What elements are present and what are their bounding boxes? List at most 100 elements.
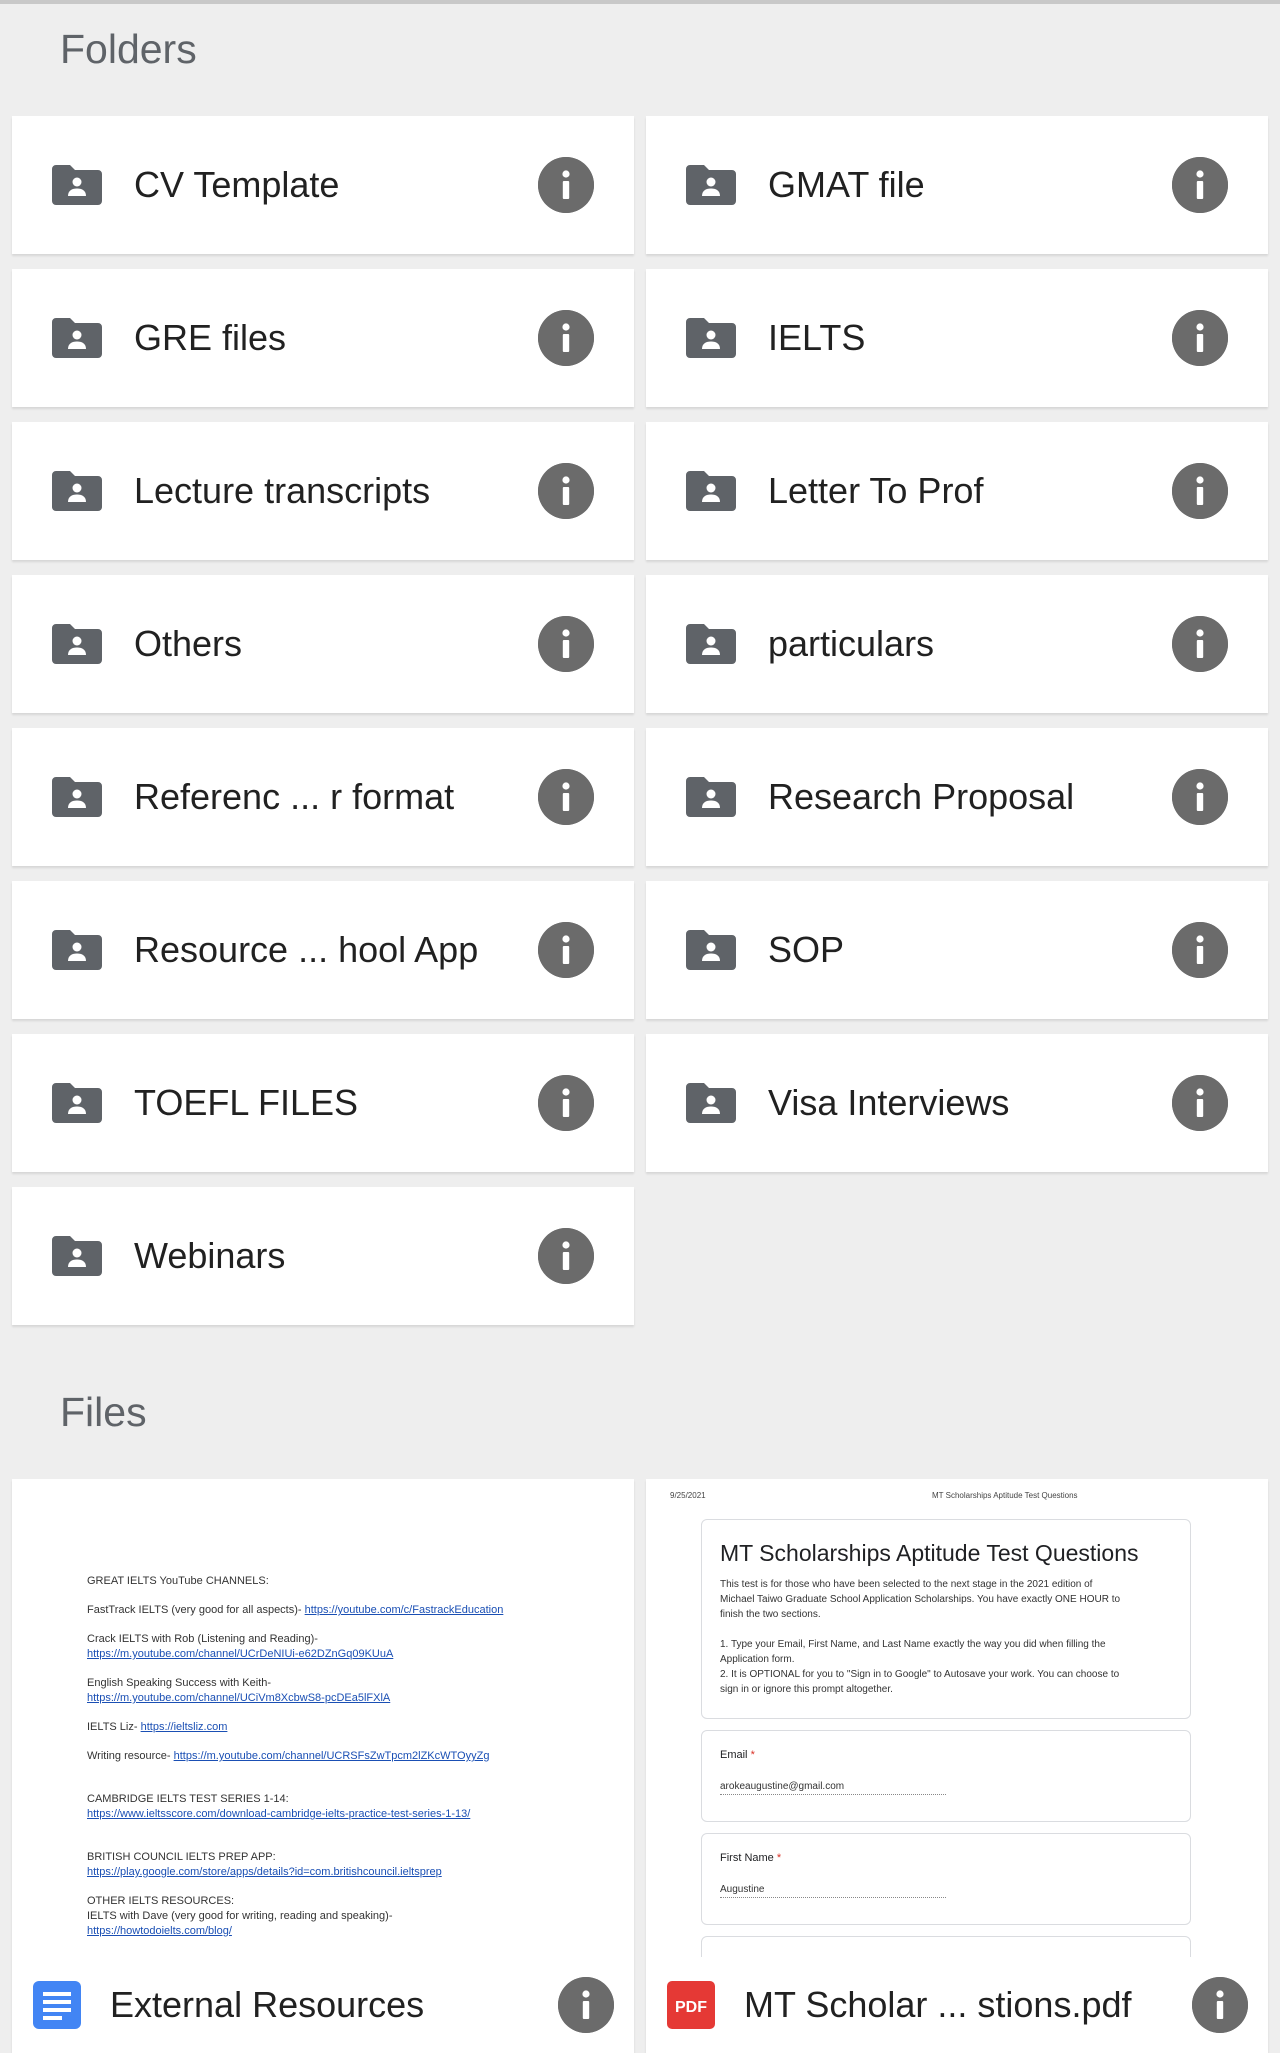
doc-link[interactable]: https://play.google.com/store/apps/detai…	[87, 1866, 442, 1878]
doc-line: https://www.ieltsscore.com/download-camb…	[87, 1807, 607, 1822]
pdf-desc-line: finish the two sections.	[720, 1609, 821, 1620]
folder-info-button[interactable]	[1172, 922, 1228, 978]
folder-name: IELTS	[768, 317, 866, 358]
folder-name: GRE files	[134, 317, 287, 358]
folder-card[interactable]: Resource ... hool App	[12, 881, 634, 1019]
pdf-form-description: This test is for those who have been sel…	[702, 1577, 1190, 1697]
pdf-desc-line: 2. It is OPTIONAL for you to "Sign in to…	[720, 1669, 1120, 1680]
doc-line-text: English Speaking Success with Keith-	[87, 1677, 272, 1689]
first-name-value: Augustine	[720, 1884, 946, 1898]
doc-line: GREAT IELTS YouTube CHANNELS:	[87, 1574, 607, 1589]
folders-heading: Folders	[60, 26, 197, 72]
folder-name: Webinars	[134, 1235, 286, 1276]
folder-info-button[interactable]	[1172, 769, 1228, 825]
folder-card[interactable]: Letter To Prof	[646, 422, 1268, 560]
doc-link[interactable]: https://m.youtube.com/channel/UCRSFsZwTp…	[174, 1750, 490, 1762]
doc-link[interactable]: https://m.youtube.com/channel/UCrDeNIUi-…	[87, 1648, 393, 1660]
folder-card[interactable]: particulars	[646, 575, 1268, 713]
google-docs-icon	[33, 1981, 81, 2029]
info-icon	[1172, 1075, 1228, 1131]
folder-card[interactable]: GMAT file	[646, 116, 1268, 254]
folder-card[interactable]: CV Template	[12, 116, 634, 254]
shared-folder-icon	[686, 624, 736, 664]
files-heading: Files	[60, 1389, 147, 1435]
shared-folder-icon	[52, 165, 102, 205]
doc-link[interactable]: https://ieltsliz.com	[141, 1721, 228, 1733]
folder-info-button[interactable]	[538, 1228, 594, 1284]
folder-name: Research Proposal	[768, 776, 1075, 817]
folder-card[interactable]: SOP	[646, 881, 1268, 1019]
folder-info-button[interactable]	[538, 616, 594, 672]
folder-card[interactable]: Webinars	[12, 1187, 634, 1325]
shared-folder-icon	[686, 777, 736, 817]
folder-card[interactable]: TOEFL FILES	[12, 1034, 634, 1172]
doc-link[interactable]: https://youtube.com/c/FastrackEducation	[305, 1604, 504, 1616]
folder-card[interactable]: IELTS	[646, 269, 1268, 407]
doc-line: Crack IELTS with Rob (Listening and Read…	[87, 1632, 607, 1647]
folder-name: Visa Interviews	[768, 1082, 1010, 1123]
files-grid: GREAT IELTS YouTube CHANNELS: FastTrack I…	[12, 1479, 1268, 2053]
info-icon	[538, 922, 594, 978]
folder-name: SOP	[768, 929, 845, 970]
pdf-desc-line: sign in or ignore this prompt altogether…	[720, 1684, 893, 1695]
doc-spacer	[87, 1662, 607, 1676]
file-thumbnail[interactable]: GREAT IELTS YouTube CHANNELS: FastTrack I…	[12, 1479, 634, 1957]
top-divider	[0, 0, 1280, 4]
info-icon	[1172, 463, 1228, 519]
info-icon	[538, 616, 594, 672]
file-info-button[interactable]	[558, 1977, 614, 2033]
folder-info-button[interactable]	[1172, 310, 1228, 366]
doc-link[interactable]: https://m.youtube.com/channel/UCiVm8Xcbw…	[87, 1692, 390, 1704]
file-thumbnail[interactable]: 9/25/2021 MT Scholarships Aptitude Test …	[646, 1479, 1268, 1957]
info-icon	[1172, 922, 1228, 978]
folder-card[interactable]: Referenc ... r format	[12, 728, 634, 866]
file-name: External Resources	[110, 1984, 425, 2025]
folder-info-button[interactable]	[538, 769, 594, 825]
doc-line: OTHER IELTS RESOURCES:	[87, 1894, 607, 1909]
folder-info-button[interactable]	[1172, 463, 1228, 519]
pdf-header-title: MT Scholarships Aptitude Test Questions	[932, 1491, 1078, 1500]
pdf-form-title: MT Scholarships Aptitude Test Questions	[720, 1540, 1139, 1566]
pdf-icon-label: PDF	[675, 1999, 707, 2016]
folder-name: CV Template	[134, 164, 340, 205]
file-card[interactable]: GREAT IELTS YouTube CHANNELS: FastTrack I…	[12, 1479, 634, 2053]
doc-spacer	[87, 1706, 607, 1720]
file-info-button[interactable]	[1192, 1977, 1248, 2033]
folder-info-button[interactable]	[1172, 157, 1228, 213]
folder-card[interactable]: Visa Interviews	[646, 1034, 1268, 1172]
folder-name: Referenc ... r format	[134, 776, 455, 817]
file-footer: PDF MT Scholar ... stions.pdf	[646, 1957, 1268, 2053]
folder-info-button[interactable]	[538, 463, 594, 519]
doc-link[interactable]: https://howtodoielts.com/blog/	[87, 1925, 232, 1937]
shared-folder-icon	[52, 1236, 102, 1276]
info-icon	[558, 1977, 614, 2033]
shared-folder-icon	[52, 930, 102, 970]
pdf-desc-line	[720, 1622, 1172, 1637]
doc-line: Writing resource- https://m.youtube.com/…	[87, 1749, 607, 1764]
pdf-icon: PDF	[667, 1981, 715, 2029]
doc-link[interactable]: https://www.ieltsscore.com/download-camb…	[87, 1808, 470, 1820]
file-footer: External Resources	[12, 1957, 634, 2053]
folder-name: Resource ... hool App	[134, 929, 479, 970]
folder-card[interactable]: Research Proposal	[646, 728, 1268, 866]
folder-info-button[interactable]	[1172, 1075, 1228, 1131]
file-card[interactable]: 9/25/2021 MT Scholarships Aptitude Test …	[646, 1479, 1268, 2053]
doc-line: CAMBRIDGE IELTS TEST SERIES 1-14:	[87, 1792, 607, 1807]
doc-spacer	[87, 1589, 607, 1603]
doc-line: https://howtodoielts.com/blog/	[87, 1924, 607, 1939]
doc-line: BRITISH COUNCIL IELTS PREP APP:	[87, 1850, 607, 1865]
shared-folder-icon	[52, 624, 102, 664]
folder-info-button[interactable]	[538, 310, 594, 366]
doc-line-text: Crack IELTS with Rob (Listening and Read…	[87, 1633, 318, 1645]
folder-card[interactable]: Others	[12, 575, 634, 713]
folder-card[interactable]: GRE files	[12, 269, 634, 407]
pdf-desc-line: 1. Type your Email, First Name, and Last…	[720, 1639, 1106, 1650]
folder-card[interactable]: Lecture transcripts	[12, 422, 634, 560]
shared-folder-icon	[686, 165, 736, 205]
folder-info-button[interactable]	[538, 157, 594, 213]
info-icon	[538, 1228, 594, 1284]
folder-info-button[interactable]	[538, 1075, 594, 1131]
doc-spacer	[87, 1880, 607, 1894]
folder-info-button[interactable]	[538, 922, 594, 978]
folder-info-button[interactable]	[1172, 616, 1228, 672]
